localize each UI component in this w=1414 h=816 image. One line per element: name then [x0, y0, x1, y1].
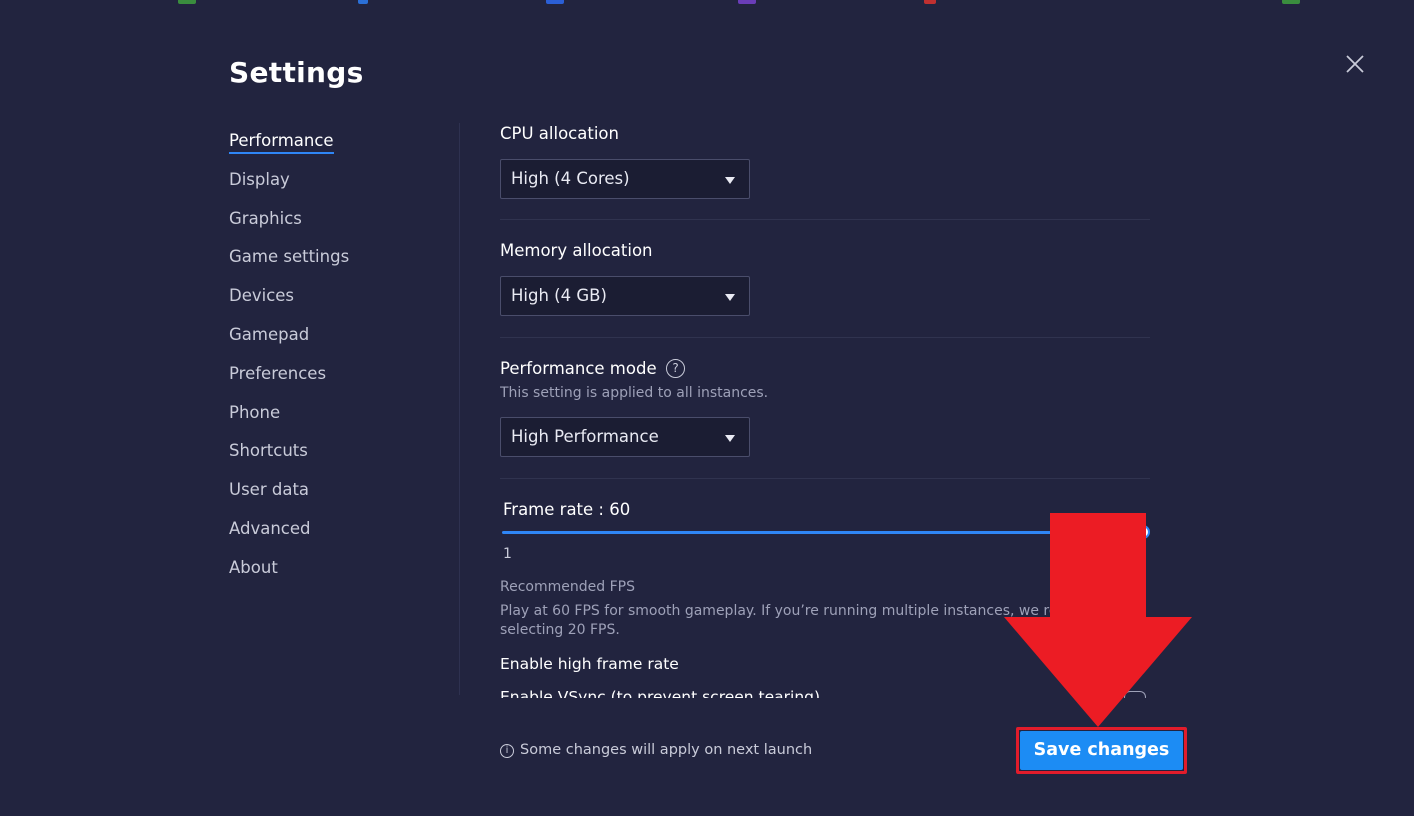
chevron-down-icon [725, 435, 735, 442]
settings-sidebar: Performance Display Graphics Game settin… [229, 128, 449, 594]
sidebar-divider [459, 123, 460, 695]
restart-note-text: Some changes will apply on next launch [520, 742, 813, 758]
divider [500, 219, 1150, 220]
divider [500, 337, 1150, 338]
performance-mode-select[interactable]: High Performance [500, 417, 750, 457]
vsync-label: Enable VSync (to prevent screen tearing) [500, 688, 821, 698]
sidebar-item-gamepad[interactable]: Gamepad [229, 322, 449, 361]
sidebar-item-preferences[interactable]: Preferences [229, 361, 449, 400]
chevron-down-icon [725, 177, 735, 184]
sidebar-item-performance[interactable]: Performance [229, 128, 449, 167]
sidebar-item-shortcuts[interactable]: Shortcuts [229, 438, 449, 477]
memory-allocation-label: Memory allocation [500, 241, 653, 260]
cpu-allocation-select[interactable]: High (4 Cores) [500, 159, 750, 199]
cpu-allocation-label: CPU allocation [500, 124, 619, 143]
memory-allocation-value: High (4 GB) [511, 286, 607, 305]
divider [500, 478, 1150, 479]
high-frame-rate-label: Enable high frame rate [500, 655, 679, 673]
red-arrow-annotation [1004, 513, 1192, 727]
frame-rate-label: Frame rate : 60 [503, 500, 631, 519]
memory-allocation-select[interactable]: High (4 GB) [500, 276, 750, 316]
help-icon[interactable]: ? [666, 359, 685, 378]
sidebar-item-advanced[interactable]: Advanced [229, 516, 449, 555]
performance-mode-value: High Performance [511, 427, 659, 446]
sidebar-item-user-data[interactable]: User data [229, 477, 449, 516]
info-icon: i [500, 744, 514, 758]
sidebar-item-about[interactable]: About [229, 555, 449, 594]
recommended-fps-text: Play at 60 FPS for smooth gameplay. If y… [500, 603, 1058, 619]
close-icon[interactable] [1343, 52, 1367, 76]
cpu-allocation-value: High (4 Cores) [511, 169, 630, 188]
sidebar-item-graphics[interactable]: Graphics [229, 206, 449, 245]
sidebar-item-display[interactable]: Display [229, 167, 449, 206]
sidebar-item-phone[interactable]: Phone [229, 400, 449, 439]
performance-mode-note: This setting is applied to all instances… [500, 385, 769, 401]
chevron-down-icon [725, 294, 735, 301]
restart-note: i Some changes will apply on next launch [500, 742, 812, 758]
bookmark-strip [0, 0, 1414, 6]
recommended-fps-text-2: selecting 20 FPS. [500, 622, 620, 638]
recommended-fps-title: Recommended FPS [500, 579, 635, 595]
performance-mode-label: Performance mode [500, 359, 657, 378]
sidebar-item-devices[interactable]: Devices [229, 283, 449, 322]
page-title: Settings [229, 56, 364, 89]
frame-rate-min-label: 1 [503, 546, 512, 562]
save-changes-button[interactable]: Save changes [1020, 731, 1183, 770]
sidebar-item-game-settings[interactable]: Game settings [229, 244, 449, 283]
